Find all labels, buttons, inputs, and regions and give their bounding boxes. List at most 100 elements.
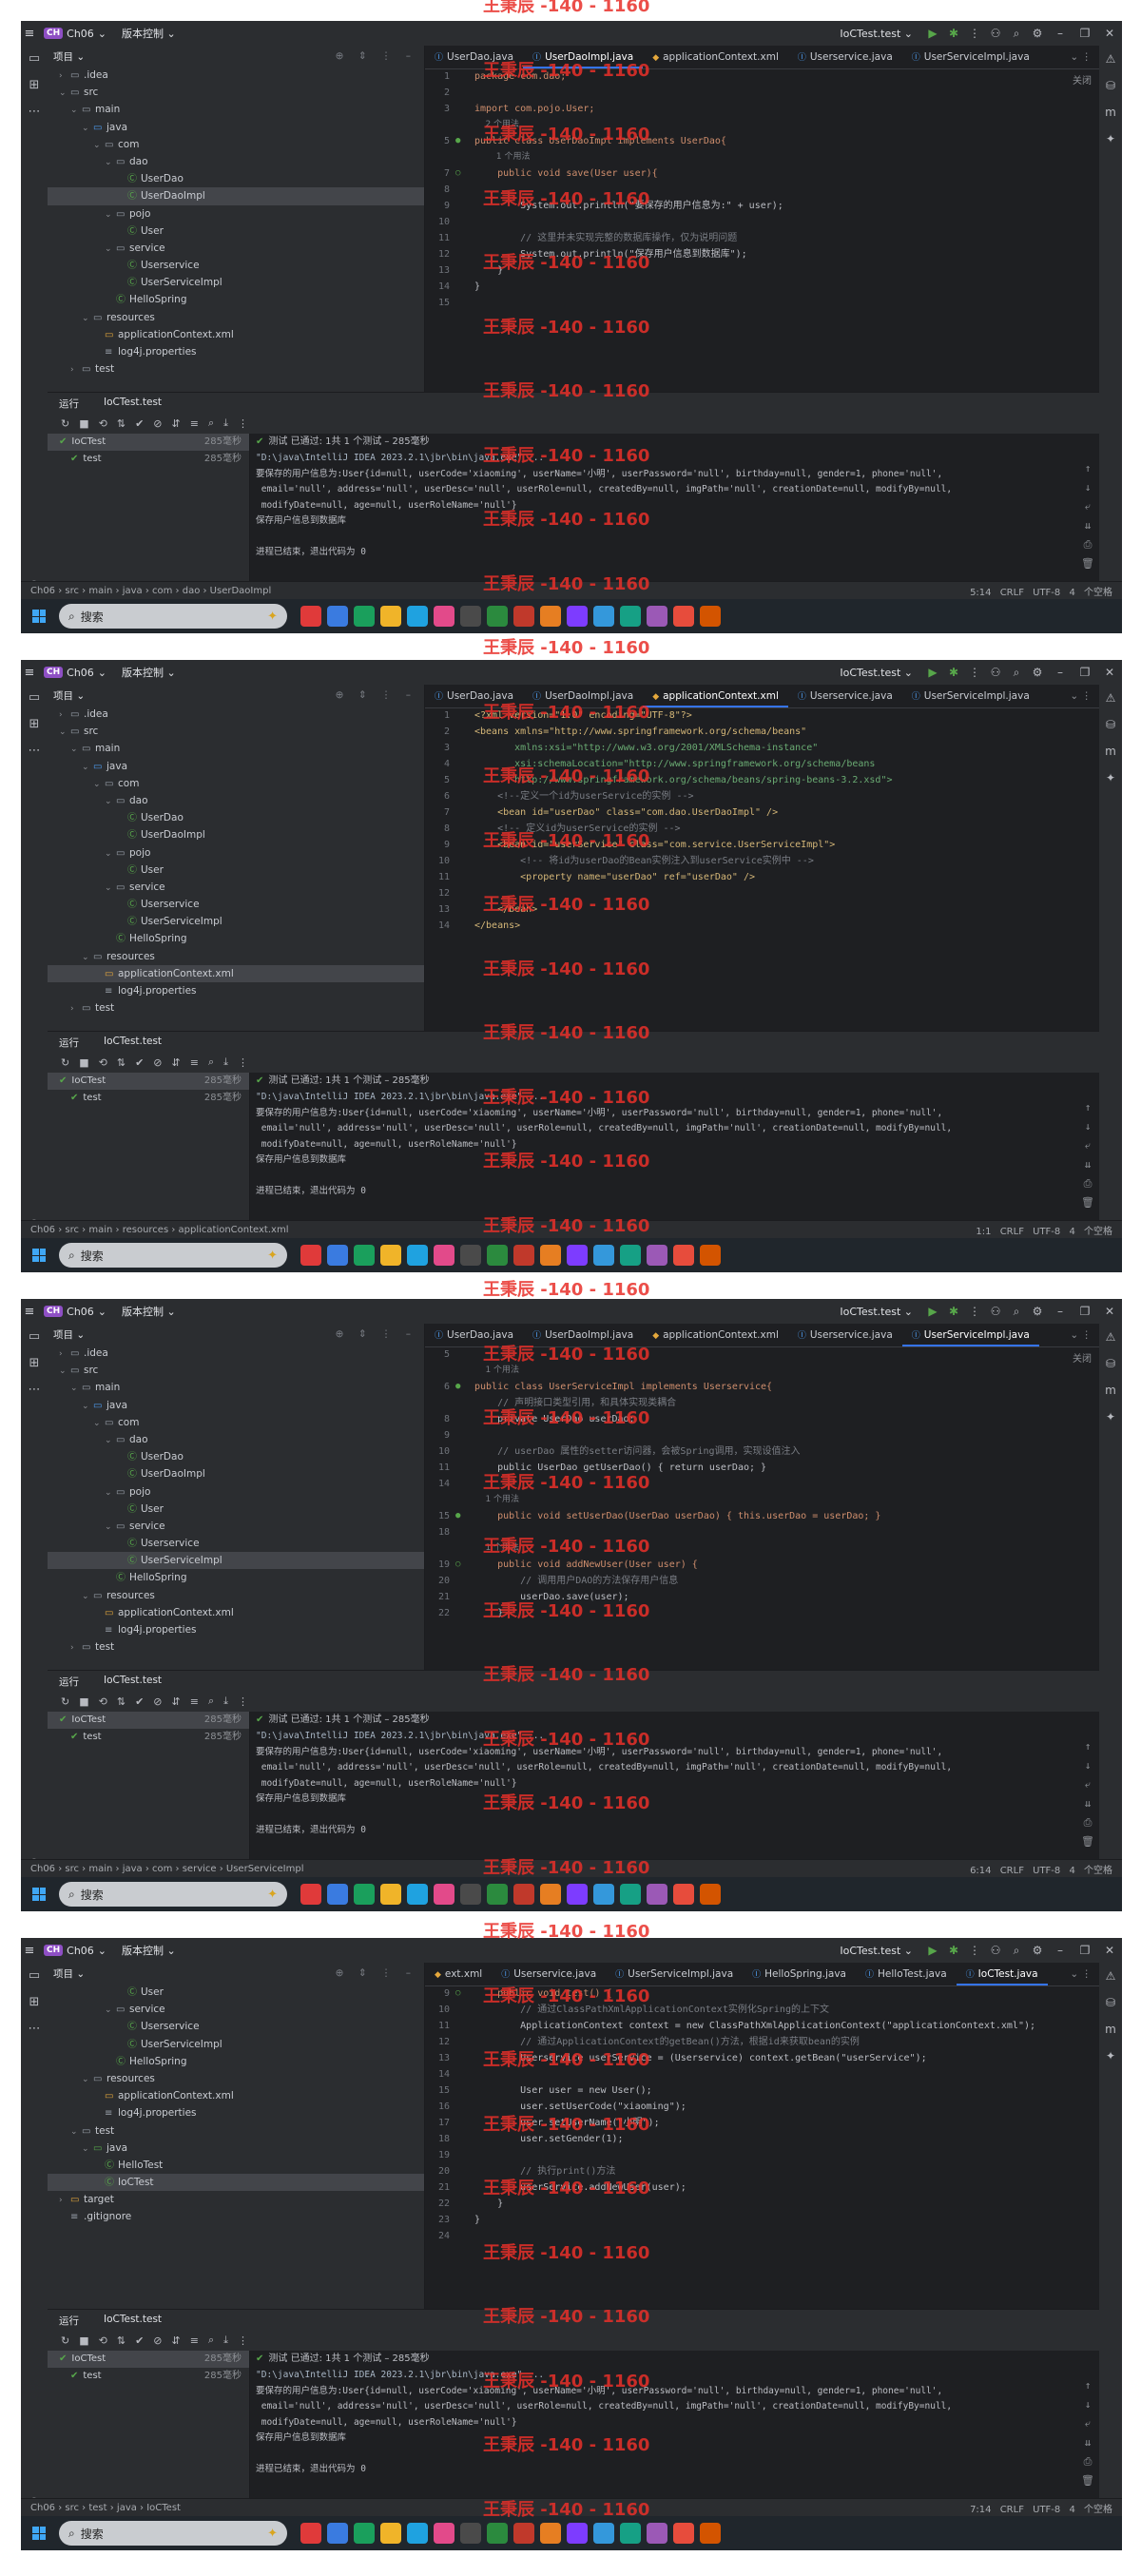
- tree-node[interactable]: ⌄ ▭ com: [48, 1414, 424, 1431]
- find-icon[interactable]: ⌕: [208, 2334, 214, 2347]
- tree-node[interactable]: Ⓒ UserDaoImpl: [48, 1465, 424, 1482]
- user-icon[interactable]: ⚇: [985, 1944, 1006, 1957]
- pinned-app-icon[interactable]: [487, 606, 508, 627]
- scroll-down-icon[interactable]: ↓: [1080, 1759, 1095, 1778]
- navigation-breadcrumb[interactable]: Ch06 › src › main › java › com › dao › U…: [30, 586, 271, 596]
- clear-icon[interactable]: 🗑: [1080, 1835, 1095, 1854]
- expand-arrow-icon[interactable]: ›: [59, 2192, 70, 2209]
- more-icon[interactable]: ⋮: [964, 1944, 985, 1957]
- expand-arrow-icon[interactable]: ⌄: [70, 102, 82, 119]
- tree-node[interactable]: Ⓒ UserServiceImpl: [48, 1552, 424, 1570]
- run-tab[interactable]: IoCTest.test: [94, 392, 172, 415]
- editor-tab[interactable]: Ⓘ HelloTest.java: [856, 1963, 957, 1985]
- pinned-app-icon[interactable]: [620, 1245, 641, 1266]
- tree-node[interactable]: Ⓒ UserServiceImpl: [48, 2036, 424, 2053]
- expand-arrow-icon[interactable]: ⌄: [82, 759, 93, 776]
- pinned-app-icon[interactable]: [593, 606, 614, 627]
- gutter-marker-icon[interactable]: ●: [455, 1379, 474, 1395]
- tabs-more-icon[interactable]: ⌄ ⋮: [1062, 1963, 1099, 1985]
- clear-icon[interactable]: 🗑: [1080, 2474, 1095, 2493]
- status-info[interactable]: 5:14 CRLF UTF-8 4 个空格: [970, 584, 1112, 598]
- soft-wrap-icon[interactable]: ⤶: [1080, 500, 1095, 519]
- soft-wrap-icon[interactable]: ⤶: [1080, 1139, 1095, 1158]
- reader-mode-close[interactable]: 关闭: [1073, 1350, 1092, 1365]
- expand-arrow-icon[interactable]: ⌄: [105, 241, 116, 258]
- pinned-app-icon[interactable]: [300, 1884, 321, 1905]
- restore-icon[interactable]: ❐: [1073, 27, 1097, 40]
- tree-node[interactable]: ⌄ ▭ service: [48, 1518, 424, 1535]
- pinned-app-icon[interactable]: [487, 2523, 508, 2544]
- print-icon[interactable]: ⎙: [1080, 538, 1095, 557]
- tree-node[interactable]: ⌄ ▭ java: [48, 2140, 424, 2157]
- filter-ignored-icon[interactable]: ⊘: [153, 417, 162, 430]
- maven-icon[interactable]: m: [1099, 738, 1122, 765]
- restore-icon[interactable]: ❐: [1073, 1944, 1097, 1957]
- more-icon[interactable]: ⋮: [964, 27, 985, 40]
- rerun-failed-icon[interactable]: ⟲: [99, 417, 107, 430]
- toggle-icon[interactable]: ⇅: [117, 417, 126, 430]
- tree-node[interactable]: Ⓒ IoCTest: [48, 2174, 424, 2192]
- start-button[interactable]: [25, 602, 53, 630]
- tree-node[interactable]: ⌄ ▭ resources: [48, 948, 424, 965]
- pinned-app-icon[interactable]: [540, 1884, 561, 1905]
- scroll-end-icon[interactable]: ⇊: [1080, 519, 1095, 538]
- tree-node[interactable]: › ▭ test: [48, 1638, 424, 1656]
- expand-icon[interactable]: ≡: [190, 2334, 199, 2347]
- tree-node[interactable]: ⌄ ▭ java: [48, 1397, 424, 1414]
- tree-node[interactable]: ⌄ ▭ main: [48, 101, 424, 118]
- rerun-failed-icon[interactable]: ⟲: [99, 2334, 107, 2347]
- tree-node[interactable]: ⌄ ▭ resources: [48, 309, 424, 326]
- minimize-icon[interactable]: –: [1048, 1305, 1073, 1318]
- export-icon[interactable]: ⤓: [223, 2334, 228, 2347]
- expand-arrow-icon[interactable]: ›: [59, 68, 70, 85]
- search-icon[interactable]: ⌕: [1006, 666, 1027, 680]
- status-info[interactable]: 7:14 CRLF UTF-8 4 个空格: [970, 2501, 1112, 2515]
- expand-arrow-icon[interactable]: ⌄: [105, 845, 116, 862]
- tree-node[interactable]: ⌄ ▭ dao: [48, 792, 424, 809]
- run-tab[interactable]: IoCTest.test: [94, 2309, 172, 2332]
- gear-icon[interactable]: ⚙: [1027, 27, 1048, 40]
- editor-tab[interactable]: Ⓘ UserServiceImpl.java: [606, 1963, 743, 1985]
- expand-icon[interactable]: ≡: [190, 1695, 199, 1708]
- print-icon[interactable]: ⎙: [1080, 1816, 1095, 1835]
- taskbar-search[interactable]: ⌕ 搜索 ✦: [59, 604, 287, 629]
- tree-node[interactable]: ⌄ ▭ service: [48, 2001, 424, 2018]
- ai-assistant-icon[interactable]: ✦: [1099, 1404, 1122, 1430]
- tabs-more-icon[interactable]: ⌄ ⋮: [1062, 1324, 1099, 1346]
- filter-ignored-icon[interactable]: ⊘: [153, 2334, 162, 2347]
- tree-node[interactable]: Ⓒ HelloSpring: [48, 2053, 424, 2070]
- export-icon[interactable]: ⤓: [223, 416, 228, 430]
- debug-icon[interactable]: ✱: [943, 1944, 964, 1957]
- pinned-app-icon[interactable]: [700, 606, 721, 627]
- more-tools-icon[interactable]: ⋯: [21, 738, 48, 765]
- gutter-marker-icon[interactable]: ○: [455, 1985, 474, 2002]
- gear-icon[interactable]: ⚙: [1027, 1305, 1048, 1318]
- more-tools-icon[interactable]: ⋯: [21, 1377, 48, 1404]
- editor-tab[interactable]: Ⓘ Userservice.java: [788, 1324, 902, 1346]
- run-configuration-select[interactable]: IoCTest.test ⌄: [840, 1945, 913, 1957]
- database-icon[interactable]: ⛁: [1099, 72, 1122, 99]
- toggle-icon[interactable]: ⇅: [117, 1695, 126, 1708]
- more-icon[interactable]: ⋮: [238, 1695, 248, 1708]
- more-tools-icon[interactable]: ⋯: [21, 99, 48, 126]
- expand-arrow-icon[interactable]: ⌄: [93, 1415, 105, 1432]
- pinned-app-icon[interactable]: [593, 1245, 614, 1266]
- tree-node[interactable]: ⌄ ▭ dao: [48, 153, 424, 170]
- more-icon[interactable]: ⋮: [964, 666, 985, 679]
- scroll-down-icon[interactable]: ↓: [1080, 481, 1095, 500]
- code-area[interactable]: 1 <?xml version="1.0" encoding="UTF-8"?> 2…: [425, 707, 1099, 1031]
- expand-arrow-icon[interactable]: ⌄: [105, 793, 116, 810]
- editor-tab[interactable]: Ⓘ UserDao.java: [425, 1324, 523, 1346]
- project-switcher[interactable]: CH Ch06 ⌄: [44, 1306, 106, 1318]
- tree-node[interactable]: Ⓒ User: [48, 223, 424, 240]
- run-icon[interactable]: ▶: [922, 27, 943, 40]
- more-icon[interactable]: ⋮: [238, 417, 248, 430]
- editor-tab[interactable]: ◆ applicationContext.xml: [643, 685, 788, 707]
- database-icon[interactable]: ⛁: [1099, 1989, 1122, 2016]
- sort-icon[interactable]: ⇵: [172, 2334, 181, 2347]
- editor-tab[interactable]: Ⓘ UserDao.java: [425, 46, 523, 68]
- folder-icon[interactable]: ▭: [21, 46, 48, 72]
- gutter-marker-icon[interactable]: ○: [455, 165, 474, 182]
- vcs-menu[interactable]: 版本控制 ⌄: [122, 1304, 176, 1319]
- pinned-app-icon[interactable]: [567, 1245, 588, 1266]
